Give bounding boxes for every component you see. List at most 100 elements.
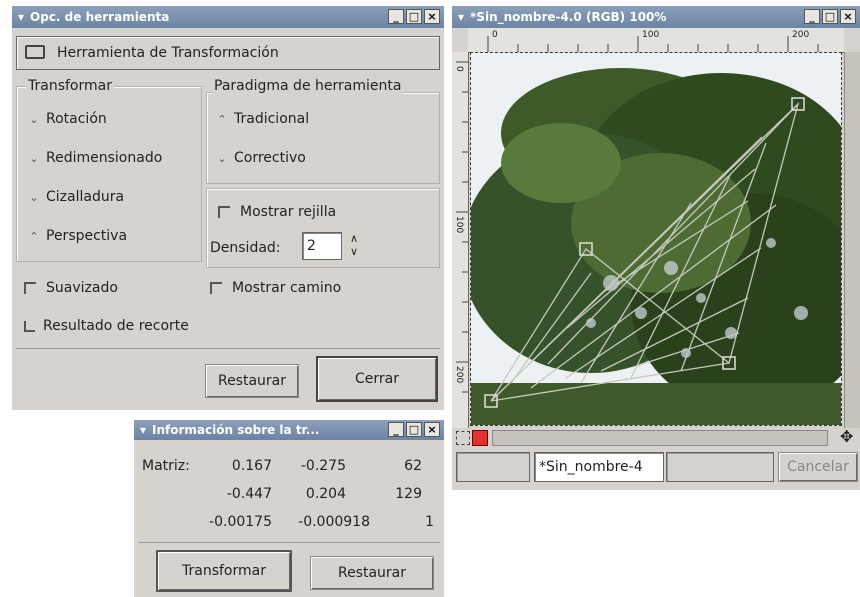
radio-correctivo[interactable]: ⌄ Correctivo <box>216 150 306 166</box>
radio-rotacion[interactable]: ⌄ Rotación <box>28 111 107 127</box>
radio-tradicional[interactable]: ⌃ Tradicional <box>216 111 309 127</box>
status-name-field: *Sin_nombre-4 <box>534 452 664 482</box>
minimize-icon: _ <box>809 10 815 23</box>
radio-off-icon: ⌄ <box>29 151 39 165</box>
status-empty-field <box>456 452 530 482</box>
minimize-button[interactable]: _ <box>388 422 404 437</box>
transform-info-titlebar[interactable]: ▾ Información sobre la tr... _ □ × <box>134 420 444 440</box>
ruler-left-label: 100 <box>454 216 464 234</box>
chevron-down-icon: ∨ <box>349 245 359 258</box>
cancel-button[interactable]: Cancelar <box>778 452 858 482</box>
smoothing-label: Suavizado <box>46 280 118 296</box>
matrix-cell: 0.167 <box>231 458 272 474</box>
quickmask-on-icon[interactable] <box>472 430 488 446</box>
ruler-top-label: 0 <box>492 30 498 40</box>
close-button[interactable]: × <box>424 9 440 24</box>
checkbox-icon <box>24 282 36 294</box>
ruler-top[interactable]: 0 100 200 <box>468 28 844 53</box>
density-input[interactable]: 2 <box>302 232 342 260</box>
minimize-icon: _ <box>393 423 399 436</box>
minimize-icon: _ <box>393 10 399 23</box>
minimize-button[interactable]: _ <box>804 9 820 24</box>
ruler-left-label: 200 <box>454 366 464 384</box>
tool-options-titlebar[interactable]: ▾ Opc. de herramienta _ □ × <box>12 6 444 28</box>
transform-legend: Transformar <box>26 78 114 94</box>
matrix-cell: 129 <box>395 486 422 502</box>
transform-tool-icon <box>25 45 45 59</box>
radio-label: Perspectiva <box>46 228 128 244</box>
show-path-label: Mostrar camino <box>232 280 342 296</box>
close-button[interactable]: × <box>840 9 856 24</box>
radio-off-icon: ⌄ <box>29 112 39 126</box>
radio-redimensionado[interactable]: ⌄ Redimensionado <box>28 150 162 166</box>
quickmask-off-icon[interactable] <box>456 431 470 445</box>
tree-image <box>471 53 841 425</box>
navigate-icon[interactable]: ✥ <box>840 428 853 446</box>
clip-checkbox-icon <box>24 320 35 332</box>
close-icon: × <box>427 423 437 436</box>
smoothing-checkbox[interactable]: Suavizado <box>24 280 118 296</box>
tool-header-label: Herramienta de Transformación <box>57 45 279 61</box>
ruler-corner[interactable] <box>452 28 469 52</box>
ruler-left-label: 0 <box>454 66 464 72</box>
density-stepper[interactable]: ∧ ∨ <box>346 232 362 260</box>
density-label: Densidad: <box>210 240 281 256</box>
minimize-button[interactable]: _ <box>388 9 404 24</box>
checkbox-icon <box>210 282 222 294</box>
vertical-scrollbar[interactable] <box>844 52 860 428</box>
paradigm-group <box>206 92 440 184</box>
checkbox-icon <box>218 206 230 218</box>
maximize-icon: □ <box>824 10 836 23</box>
image-titlebar[interactable]: ▾ *Sin_nombre-4.0 (RGB) 100% _ □ × <box>452 6 860 28</box>
tool-header: Herramienta de Transformación <box>16 36 440 70</box>
close-button[interactable]: × <box>424 422 440 437</box>
close-window-button[interactable]: Cerrar <box>316 356 438 402</box>
tool-options-window: ▾ Opc. de herramienta _ □ × Herramienta … <box>12 6 444 410</box>
radio-on-icon: ⌃ <box>217 112 227 126</box>
close-icon: × <box>427 10 437 23</box>
matrix-cell: 1 <box>425 514 434 530</box>
ruler-top-label: 100 <box>642 30 660 40</box>
reset-button[interactable]: Restaurar <box>205 364 299 398</box>
maximize-button[interactable]: □ <box>406 422 422 437</box>
radio-label: Correctivo <box>234 150 306 166</box>
footer-divider <box>16 348 440 349</box>
show-grid-checkbox[interactable]: Mostrar rejilla <box>218 204 336 220</box>
clip-result-label: Resultado de recorte <box>43 318 189 334</box>
radio-off-icon: ⌄ <box>217 151 227 165</box>
clip-result-checkbox[interactable]: Resultado de recorte <box>24 318 189 334</box>
radio-cizalladura[interactable]: ⌄ Cizalladura <box>28 189 124 205</box>
ruler-left[interactable]: 0 100 200 <box>452 52 469 428</box>
image-window: ▾ *Sin_nombre-4.0 (RGB) 100% _ □ × 0 100… <box>452 6 860 490</box>
window-menu-icon[interactable]: ▾ <box>18 10 24 24</box>
info-divider <box>138 542 440 543</box>
chevron-up-icon: ∧ <box>349 232 359 245</box>
radio-off-icon: ⌄ <box>29 190 39 204</box>
radio-label: Redimensionado <box>46 150 163 166</box>
radio-label: Tradicional <box>234 111 310 127</box>
horizontal-scrollbar[interactable] <box>492 430 828 446</box>
transform-info-window: ▾ Información sobre la tr... _ □ × Matri… <box>134 420 444 597</box>
transform-button[interactable]: Transformar <box>156 550 292 592</box>
maximize-icon: □ <box>408 423 420 436</box>
show-grid-label: Mostrar rejilla <box>240 204 337 220</box>
radio-on-icon: ⌃ <box>29 229 39 243</box>
maximize-button[interactable]: □ <box>406 9 422 24</box>
matrix-cell: -0.447 <box>226 486 272 502</box>
show-path-checkbox[interactable]: Mostrar camino <box>210 280 341 296</box>
close-icon: × <box>843 10 853 23</box>
radio-perspectiva[interactable]: ⌃ Perspectiva <box>28 228 127 244</box>
matrix-cell: 0.204 <box>305 486 346 502</box>
info-reset-button[interactable]: Restaurar <box>310 556 434 590</box>
ruler-top-label: 200 <box>792 30 810 40</box>
status-progress-field <box>666 452 774 482</box>
nav-row: ✥ <box>452 428 860 448</box>
window-menu-icon[interactable]: ▾ <box>458 10 464 24</box>
radio-label: Rotación <box>46 111 107 127</box>
tool-options-title: Opc. de herramienta <box>30 10 170 24</box>
window-menu-icon[interactable]: ▾ <box>140 423 146 437</box>
maximize-icon: □ <box>408 10 420 23</box>
image-canvas[interactable] <box>470 52 842 426</box>
matrix-cell: -0.000918 <box>298 514 370 530</box>
maximize-button[interactable]: □ <box>822 9 838 24</box>
